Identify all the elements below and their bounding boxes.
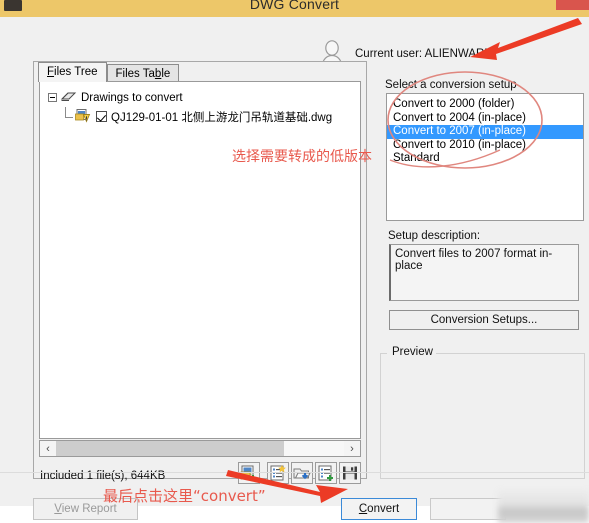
close-icon[interactable] xyxy=(556,0,589,10)
setup-item-2010-inplace[interactable]: Convert to 2010 (in-place) xyxy=(387,139,583,153)
setup-item-2004-inplace[interactable]: Convert to 2004 (in-place) xyxy=(387,112,583,126)
annotation-click-convert: 最后点击这里“convert” xyxy=(103,487,266,505)
files-tabs: Files Tree Files Table xyxy=(38,62,180,82)
save-list-icon[interactable] xyxy=(339,462,361,484)
append-list-icon[interactable] xyxy=(315,462,337,484)
preview-group: Preview xyxy=(380,346,585,479)
client-area: Current user: ALIENWARE Files Tree Files… xyxy=(0,17,589,523)
add-drawings-icon[interactable] xyxy=(238,462,260,484)
scroll-track[interactable] xyxy=(56,441,344,456)
title-bar: DWG Convert xyxy=(0,0,589,17)
file-checkbox[interactable] xyxy=(96,111,107,122)
dwg-convert-window: DWG Convert Current user: ALIENWARE File… xyxy=(0,0,589,523)
new-list-icon[interactable] xyxy=(267,462,289,484)
preview-border-right xyxy=(436,353,584,354)
drawings-folder-icon xyxy=(60,90,77,106)
tree-file-label: QJ129-01-01 北侧上游龙门吊轨道基础.dwg xyxy=(111,111,333,124)
setup-item-2007-inplace[interactable]: Convert to 2007 (in-place) xyxy=(387,125,583,139)
current-user-label: Current user: ALIENWARE xyxy=(355,48,492,60)
preview-label: Preview xyxy=(389,346,436,358)
setup-description-label: Setup description: xyxy=(388,230,481,242)
masked-button[interactable] xyxy=(430,498,506,520)
setup-item-standard[interactable]: Standard xyxy=(387,152,583,166)
tab-files-table[interactable]: Files Table xyxy=(106,64,180,82)
convert-button[interactable]: Convert xyxy=(341,498,417,520)
files-tree-hscrollbar[interactable]: ‹ › xyxy=(39,440,361,457)
tree-node-file[interactable]: QJ129-01-01 北侧上游龙门吊轨道基础.dwg xyxy=(62,107,360,126)
tree-root-label: Drawings to convert xyxy=(81,91,183,104)
open-list-icon[interactable] xyxy=(291,462,313,484)
collapse-icon[interactable] xyxy=(48,93,57,102)
tree-node-root[interactable]: Drawings to convert xyxy=(48,89,360,106)
scroll-thumb[interactable] xyxy=(56,441,284,456)
files-tree-view[interactable]: Drawings to convert QJ129-01-01 北侧上游龙门吊轨… xyxy=(39,81,361,439)
scroll-left-icon[interactable]: ‹ xyxy=(40,441,56,456)
tree-elbow xyxy=(62,107,74,124)
dwg-warning-icon xyxy=(75,108,91,126)
files-panel: Files Tree Files Table Drawings to conve… xyxy=(33,61,367,484)
preview-border-left xyxy=(381,353,387,354)
annotation-select-version: 选择需要转成的低版本 xyxy=(232,149,372,165)
conversion-setup-list[interactable]: Convert to 2000 (folder) Convert to 2004… xyxy=(386,93,584,221)
setup-item-2000-folder[interactable]: Convert to 2000 (folder) xyxy=(387,98,583,112)
scroll-right-icon[interactable]: › xyxy=(344,441,360,456)
setup-description-text: Convert files to 2007 format in-place xyxy=(389,244,579,301)
bottom-separator xyxy=(0,472,589,473)
conversion-setup-label: Select a conversion setup xyxy=(385,79,517,91)
tab-files-tree[interactable]: Files Tree xyxy=(38,62,107,82)
window-title: DWG Convert xyxy=(249,0,340,12)
blurred-region xyxy=(498,490,589,523)
files-toolbar xyxy=(237,462,361,484)
conversion-setups-button[interactable]: Conversion Setups... xyxy=(389,310,579,330)
